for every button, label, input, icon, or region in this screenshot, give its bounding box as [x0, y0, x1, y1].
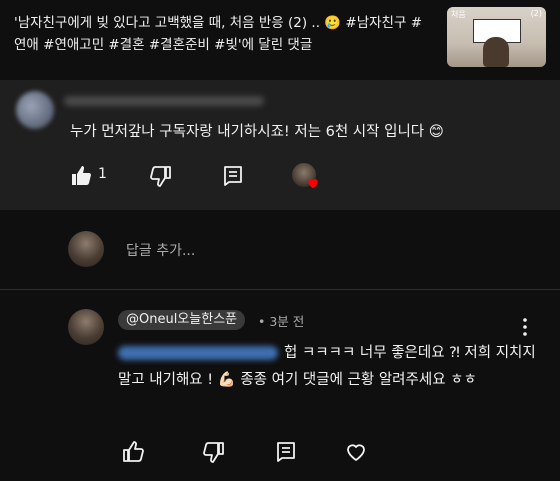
heart-icon — [308, 179, 318, 189]
more-vert-icon[interactable] — [521, 316, 529, 338]
commenter-avatar[interactable] — [16, 91, 54, 129]
thumbs-up-icon[interactable] — [121, 440, 145, 464]
user-avatar — [68, 231, 104, 267]
divider — [0, 289, 560, 290]
mention-redacted — [118, 346, 278, 360]
thumbnail-person — [483, 37, 509, 67]
reply-author-name[interactable]: @Oneul오늘한스푼 — [118, 310, 246, 330]
commenter-name-redacted — [64, 96, 264, 106]
reply-timestamp: • 3분 전 — [258, 314, 305, 329]
reply-text-block: 헙 ㅋㅋㅋㅋ 너무 좋은데요 ⁈ 저희 지치지말고 내기해요 ! 💪🏻 종종 여… — [118, 340, 538, 394]
thumbs-down-icon[interactable] — [149, 164, 173, 188]
like-count: 1 — [98, 166, 107, 182]
thumbnail-label: (2) — [530, 9, 542, 18]
add-reply-input[interactable]: 답글 추가... — [126, 240, 195, 260]
heart-icon[interactable] — [344, 440, 368, 464]
comment-text: 누가 먼저갚나 구독자랑 내기하시죠! 저는 6천 시작 입니다 😊 — [70, 124, 444, 140]
thumbnail-label: 처음 — [451, 10, 466, 19]
thumbs-down-icon[interactable] — [202, 440, 226, 464]
video-title[interactable]: '남자친구에게 빚 있다고 고백했을 때, 처음 반응 (2) .. 🥲 #남자… — [14, 12, 434, 56]
thumbs-up-icon[interactable] — [69, 164, 93, 188]
comment-icon[interactable] — [221, 164, 245, 188]
reply-author-avatar[interactable] — [68, 309, 104, 345]
video-thumbnail[interactable]: 처음 (2) — [447, 7, 546, 67]
comment-icon[interactable] — [274, 440, 298, 464]
